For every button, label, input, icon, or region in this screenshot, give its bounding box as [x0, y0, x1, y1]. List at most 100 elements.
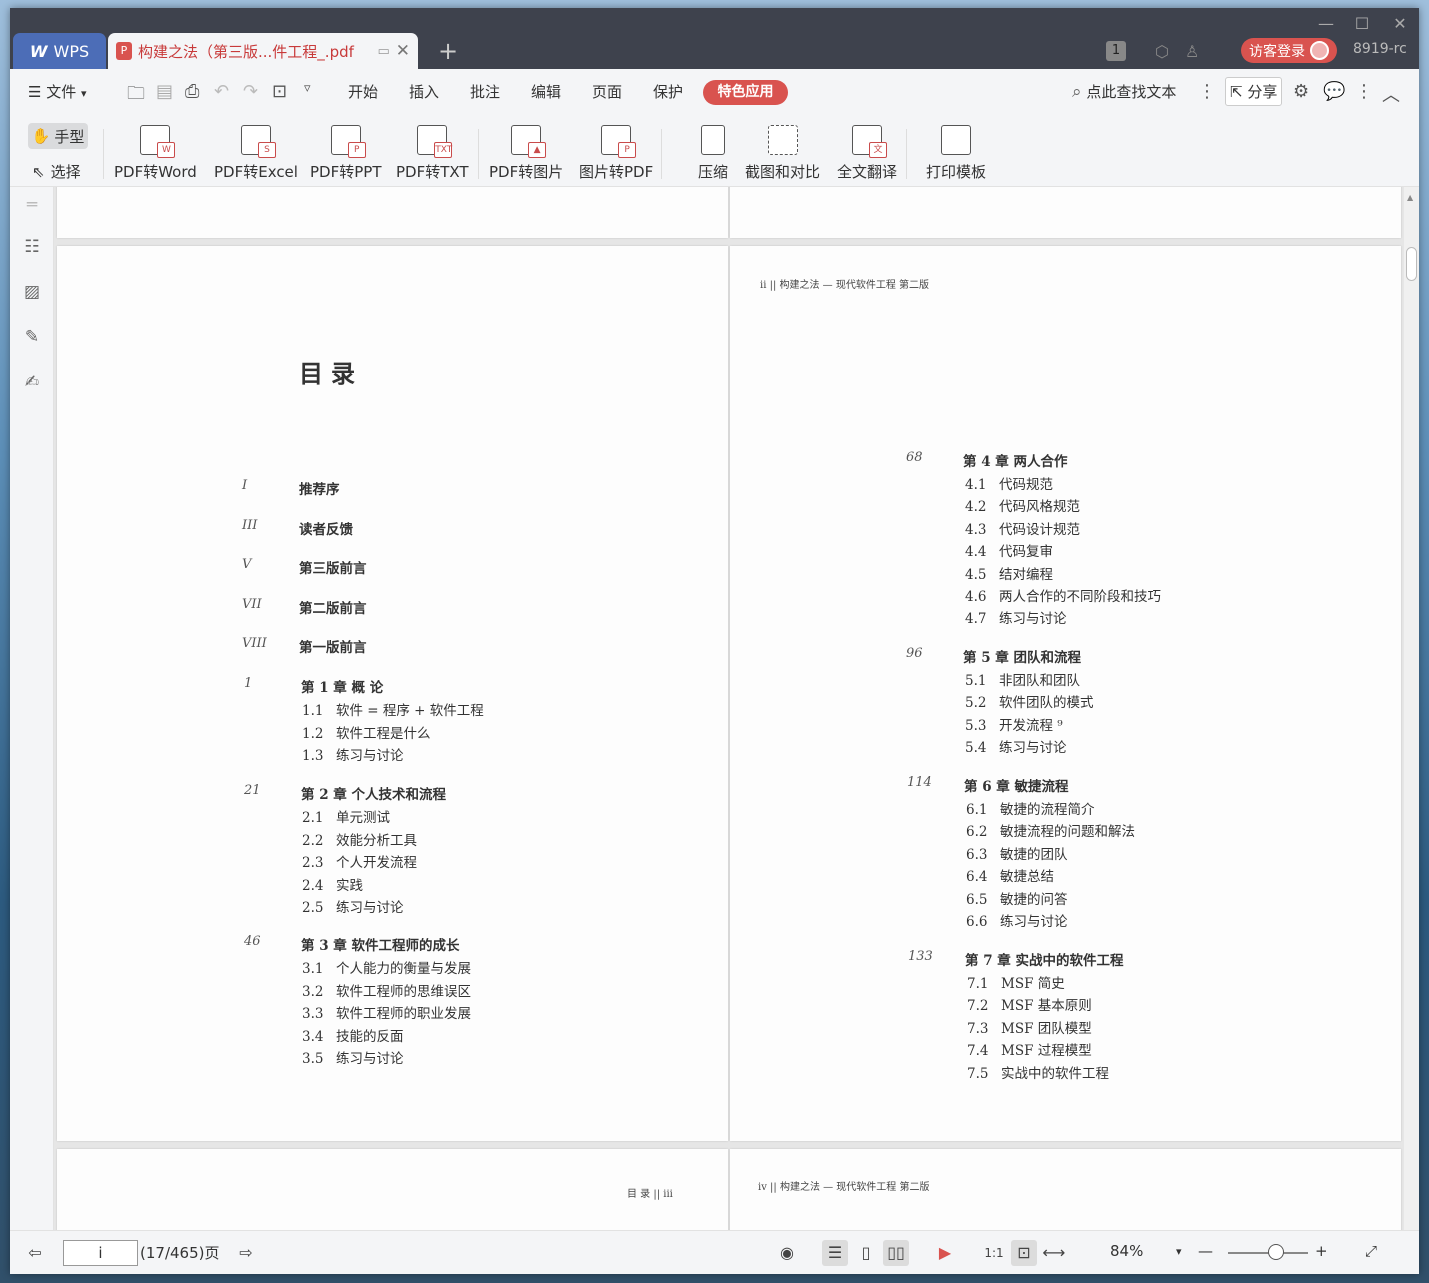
toc-section[interactable]: 3.2 软件工程师的思维误区 — [302, 980, 471, 1000]
document-tab[interactable]: P 构建之法（第三版...件工程_.pdf ▭ ✕ — [108, 33, 418, 69]
present-icon[interactable]: ▭ — [377, 44, 389, 59]
menu-start[interactable]: 开始 — [348, 81, 378, 102]
more-vertical-icon[interactable]: ⋮ — [1198, 81, 1216, 102]
more-options-icon[interactable]: ⋮ — [1355, 81, 1373, 102]
single-page-icon[interactable]: ▯ — [853, 1240, 879, 1266]
close-tab-icon[interactable]: ✕ — [396, 41, 410, 61]
toc-section[interactable]: 4.1 代码规范 — [965, 473, 1053, 493]
toc-section[interactable]: 7.3 MSF 团队模型 — [967, 1017, 1092, 1037]
toc-section[interactable]: 6.2 敏捷流程的问题和解法 — [966, 820, 1135, 840]
menu-annotate[interactable]: 批注 — [470, 81, 500, 102]
toc-section[interactable]: 3.3 软件工程师的职业发展 — [302, 1002, 471, 1022]
toc-section[interactable]: 2.2 效能分析工具 — [302, 829, 417, 849]
pdf-to-txt-button[interactable]: TXT PDF转TXT — [396, 125, 469, 182]
skin-icon[interactable]: ⬡ — [1155, 38, 1169, 64]
toc-section[interactable]: 4.5 结对编程 — [965, 563, 1053, 583]
menu-insert[interactable]: 插入 — [409, 81, 439, 102]
toc-section[interactable]: 7.1 MSF 简史 — [967, 972, 1065, 992]
toc-section[interactable]: 4.2 代码风格规范 — [965, 495, 1080, 515]
export-image-icon[interactable]: ⊡ — [272, 81, 287, 102]
toc-section[interactable]: 3.1 个人能力的衡量与发展 — [302, 957, 471, 977]
zoom-in-icon[interactable]: + — [1315, 1242, 1328, 1260]
zoom-level[interactable]: 84% — [1110, 1242, 1143, 1260]
collapse-ribbon-icon[interactable]: ︿ — [1382, 81, 1400, 107]
pdf-to-word-button[interactable]: W PDF转Word — [114, 125, 197, 182]
toc-section[interactable]: 6.6 练习与讨论 — [966, 910, 1068, 930]
screenshot-compare-button[interactable]: 截图和对比 — [745, 125, 820, 182]
toc-section[interactable]: 3.4 技能的反面 — [302, 1025, 404, 1045]
window-badge[interactable]: 1 — [1106, 38, 1126, 64]
save-icon[interactable]: ▤ — [156, 81, 173, 102]
comment-icon[interactable]: 💬 — [1323, 81, 1345, 102]
toc-section[interactable]: 1.1 软件 = 程序 + 软件工程 — [302, 699, 484, 719]
gear-icon[interactable]: ⚙ — [1293, 81, 1309, 102]
find-text-box[interactable]: ⌕ 点此查找文本 — [1072, 81, 1176, 102]
toc-section[interactable]: 2.4 实践 — [302, 874, 363, 894]
annotation-icon[interactable]: ✎ — [21, 327, 43, 349]
eye-protection-icon[interactable]: ◉ — [774, 1240, 800, 1266]
menu-page[interactable]: 页面 — [592, 81, 622, 102]
zoom-slider-knob[interactable] — [1268, 1244, 1284, 1260]
toc-section[interactable]: 6.3 敏捷的团队 — [966, 843, 1068, 863]
outline-icon[interactable]: ☷ — [21, 237, 43, 259]
pdf-to-image-button[interactable]: ▲ PDF转图片 — [489, 125, 563, 182]
redo-icon[interactable]: ↷ — [243, 81, 258, 102]
select-tool-button[interactable]: ⇖ 选择 — [32, 161, 81, 182]
toc-section[interactable]: 2.3 个人开发流程 — [302, 851, 417, 871]
toc-section[interactable]: 6.4 敏捷总结 — [966, 865, 1054, 885]
vertical-scrollbar[interactable]: ▲ — [1404, 187, 1419, 1230]
continuous-view-icon[interactable]: ☰ — [822, 1240, 848, 1266]
thumbnail-icon[interactable]: ▨ — [21, 282, 43, 304]
undo-icon[interactable]: ↶ — [214, 81, 229, 102]
page-number-input[interactable]: i — [63, 1240, 138, 1266]
fit-width-icon[interactable]: ⟷ — [1041, 1240, 1067, 1266]
toc-section[interactable]: 4.7 练习与讨论 — [965, 607, 1067, 627]
menu-special-apps[interactable]: 特色应用 — [703, 80, 788, 105]
scroll-up-icon[interactable]: ▲ — [1407, 193, 1413, 202]
zoom-dropdown-icon[interactable]: ▾ — [1176, 1245, 1182, 1258]
toc-section[interactable]: 5.2 软件团队的模式 — [965, 691, 1094, 711]
toc-section[interactable]: 4.3 代码设计规范 — [965, 518, 1080, 538]
menu-protect[interactable]: 保护 — [653, 81, 683, 102]
document-viewport[interactable]: 目录 I 推荐序 III 读者反馈 V 第三版前言 VII 第二版前言 VIII 第一版前言 1 第 … — [54, 187, 1419, 1230]
toc-section[interactable]: 7.2 MSF 基本原则 — [967, 994, 1092, 1014]
compress-button[interactable]: 压缩 — [698, 125, 728, 182]
toc-section[interactable]: 4.6 两人合作的不同阶段和技巧 — [965, 585, 1161, 605]
maximize-icon[interactable]: ☐ — [1348, 12, 1376, 36]
print-template-button[interactable]: 打印模板 — [926, 125, 986, 182]
toc-section[interactable]: 3.5 练习与讨论 — [302, 1047, 404, 1067]
toc-section[interactable]: 7.4 MSF 过程模型 — [967, 1039, 1092, 1059]
minimize-icon[interactable]: — — [1312, 12, 1340, 36]
double-page-icon[interactable]: ▯▯ — [883, 1240, 909, 1266]
toc-section[interactable]: 6.5 敏捷的问答 — [966, 888, 1068, 908]
print-icon[interactable]: ⎙ — [185, 81, 199, 102]
new-tab-plus-icon[interactable]: + — [435, 38, 461, 64]
hand-tool-button[interactable]: ✋ 手型 — [28, 123, 88, 149]
toc-section[interactable]: 5.3 开发流程 ⁹ — [965, 714, 1063, 734]
toc-section[interactable]: 6.1 敏捷的流程简介 — [966, 798, 1095, 818]
play-slideshow-icon[interactable]: ▶ — [932, 1240, 958, 1266]
prev-page-icon[interactable]: ⇦ — [22, 1240, 48, 1266]
file-menu[interactable]: ☰ 文件 ▾ — [28, 81, 87, 102]
more-dropdown-icon[interactable]: ▿ — [304, 81, 311, 96]
toc-section[interactable]: 2.5 练习与讨论 — [302, 896, 404, 916]
image-to-pdf-button[interactable]: P 图片转PDF — [579, 125, 653, 182]
full-translate-button[interactable]: 文 全文翻译 — [837, 125, 897, 182]
fullscreen-icon[interactable]: ⤢ — [1365, 1242, 1377, 1260]
toc-section[interactable]: 7.5 实战中的软件工程 — [967, 1062, 1109, 1082]
fit-page-icon[interactable]: ⊡ — [1011, 1240, 1037, 1266]
open-folder-icon[interactable]: 🗀 — [127, 81, 145, 111]
close-window-icon[interactable]: ✕ — [1386, 12, 1414, 36]
drag-handle-icon[interactable]: ═ — [21, 195, 43, 217]
wps-home-tab[interactable]: W WPS — [13, 33, 106, 69]
scrollbar-thumb[interactable] — [1406, 247, 1417, 281]
toc-section[interactable]: 4.4 代码复审 — [965, 540, 1053, 560]
next-page-icon[interactable]: ⇨ — [233, 1240, 259, 1266]
share-button[interactable]: ⇱ 分享 — [1225, 77, 1283, 106]
pdf-to-excel-button[interactable]: S PDF转Excel — [214, 125, 298, 182]
menu-edit[interactable]: 编辑 — [531, 81, 561, 102]
toc-section[interactable]: 1.3 练习与讨论 — [302, 744, 404, 764]
toc-section[interactable]: 5.4 练习与讨论 — [965, 736, 1067, 756]
toc-section[interactable]: 2.1 单元测试 — [302, 806, 390, 826]
shirt-icon[interactable]: ♙ — [1185, 38, 1199, 64]
